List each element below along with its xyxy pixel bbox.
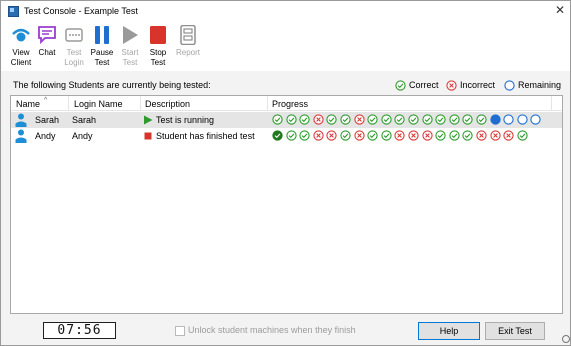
window-title: Test Console - Example Test	[24, 6, 138, 16]
column-name[interactable]: ^ Name	[16, 97, 47, 109]
remaining-question-icon	[503, 114, 514, 125]
correct-answer-icon	[326, 114, 338, 125]
incorrect-answer-icon	[326, 130, 338, 141]
test-timer: 07:56	[43, 322, 116, 339]
correct-icon	[395, 80, 406, 91]
incorrect-answer-icon	[394, 130, 406, 141]
column-separator[interactable]	[551, 96, 552, 111]
column-description[interactable]: Description	[145, 99, 190, 109]
running-status-icon	[144, 115, 153, 125]
chat-icon	[38, 26, 56, 45]
incorrect-answer-icon	[353, 130, 365, 141]
unlock-label: Unlock student machines when they finish	[188, 325, 356, 335]
correct-answer-icon	[285, 130, 297, 141]
correct-answer-icon	[449, 130, 460, 141]
correct-answer-icon	[408, 114, 419, 125]
view-client-icon	[12, 28, 30, 42]
correct-answer-icon	[449, 114, 460, 125]
correct-answer-icon	[299, 114, 310, 125]
sort-up-icon: ^	[44, 97, 48, 104]
app-icon	[8, 6, 19, 17]
column-progress[interactable]: Progress	[272, 99, 308, 109]
unlock-checkbox[interactable]	[175, 326, 185, 336]
student-name: Andy	[35, 131, 56, 141]
correct-answer-icon	[340, 114, 351, 125]
correct-answer-icon	[340, 130, 351, 141]
resize-grip-icon[interactable]	[562, 335, 570, 343]
column-separator[interactable]	[140, 96, 141, 111]
correct-answer-icon	[272, 130, 283, 141]
report-button[interactable]: Report	[173, 25, 203, 71]
list-header: ^ Name Login Name Description Progress	[11, 96, 562, 111]
play-icon	[123, 26, 138, 44]
correct-answer-icon	[462, 130, 474, 141]
incorrect-icon	[446, 80, 457, 91]
incorrect-answer-icon	[489, 130, 501, 141]
incorrect-answer-icon	[408, 130, 419, 141]
incorrect-answer-icon	[353, 114, 365, 125]
student-description: Test is running	[156, 115, 215, 125]
column-separator[interactable]	[267, 96, 268, 111]
help-button[interactable]: Help	[418, 322, 480, 340]
report-label: Report	[175, 48, 200, 57]
incorrect-answer-icon	[476, 130, 487, 141]
close-icon[interactable]: ✕	[553, 3, 567, 17]
stop-icon	[150, 26, 166, 44]
title-bar: Test Console - Example Test ✕	[1, 1, 570, 21]
correct-answer-icon	[462, 114, 474, 125]
student-name: Sarah	[35, 115, 60, 125]
test-login-icon	[65, 28, 83, 42]
remaining-icon	[504, 80, 515, 91]
correct-answer-icon	[476, 114, 487, 125]
table-row[interactable]: Andy Andy Student has finished test	[11, 128, 562, 144]
correct-answer-icon	[367, 130, 378, 141]
correct-answer-icon	[381, 130, 392, 141]
stop-test-button[interactable]: Stop Test	[143, 25, 173, 71]
student-login: Sarah	[72, 115, 97, 125]
report-icon	[180, 25, 196, 45]
finished-status-icon	[144, 132, 152, 140]
incorrect-answer-icon	[503, 130, 514, 141]
correct-answer-icon	[285, 114, 297, 125]
remaining-question-icon	[530, 114, 542, 125]
student-login: Andy	[72, 131, 93, 141]
incorrect-answer-icon	[313, 130, 324, 141]
stop-test-label: Stop Test	[149, 48, 167, 67]
legend-remaining-label: Remaining	[518, 80, 562, 90]
student-avatar-icon	[15, 113, 27, 127]
correct-answer-icon	[421, 114, 433, 125]
column-login-name[interactable]: Login Name	[74, 99, 123, 109]
list-caption: The following Students are currently bei…	[13, 80, 211, 90]
correct-answer-icon	[394, 114, 406, 125]
column-separator[interactable]	[68, 96, 69, 111]
student-avatar-icon	[15, 129, 27, 143]
test-console-window: Test Console - Example Test ✕ View Clien…	[0, 0, 571, 346]
current-question-icon	[489, 114, 501, 125]
pause-icon	[95, 26, 109, 44]
toolbar: View Client Chat Test Login Pause Test S…	[1, 21, 570, 71]
incorrect-answer-icon	[421, 130, 433, 141]
correct-answer-icon	[367, 114, 378, 125]
exit-test-button[interactable]: Exit Test	[485, 322, 545, 340]
correct-answer-icon	[272, 114, 283, 125]
correct-answer-icon	[435, 114, 446, 125]
correct-answer-icon	[517, 130, 528, 141]
correct-answer-icon	[435, 130, 446, 141]
students-list[interactable]: ^ Name Login Name Description Progress S…	[10, 95, 563, 314]
student-description: Student has finished test	[156, 131, 255, 141]
legend-incorrect-label: Incorrect	[460, 80, 496, 90]
correct-answer-icon	[381, 114, 392, 125]
incorrect-answer-icon	[313, 114, 324, 125]
correct-answer-icon	[299, 130, 310, 141]
remaining-question-icon	[517, 114, 528, 125]
legend-correct-label: Correct	[409, 80, 439, 90]
table-row[interactable]: Sarah Sarah Test is running	[11, 112, 562, 128]
